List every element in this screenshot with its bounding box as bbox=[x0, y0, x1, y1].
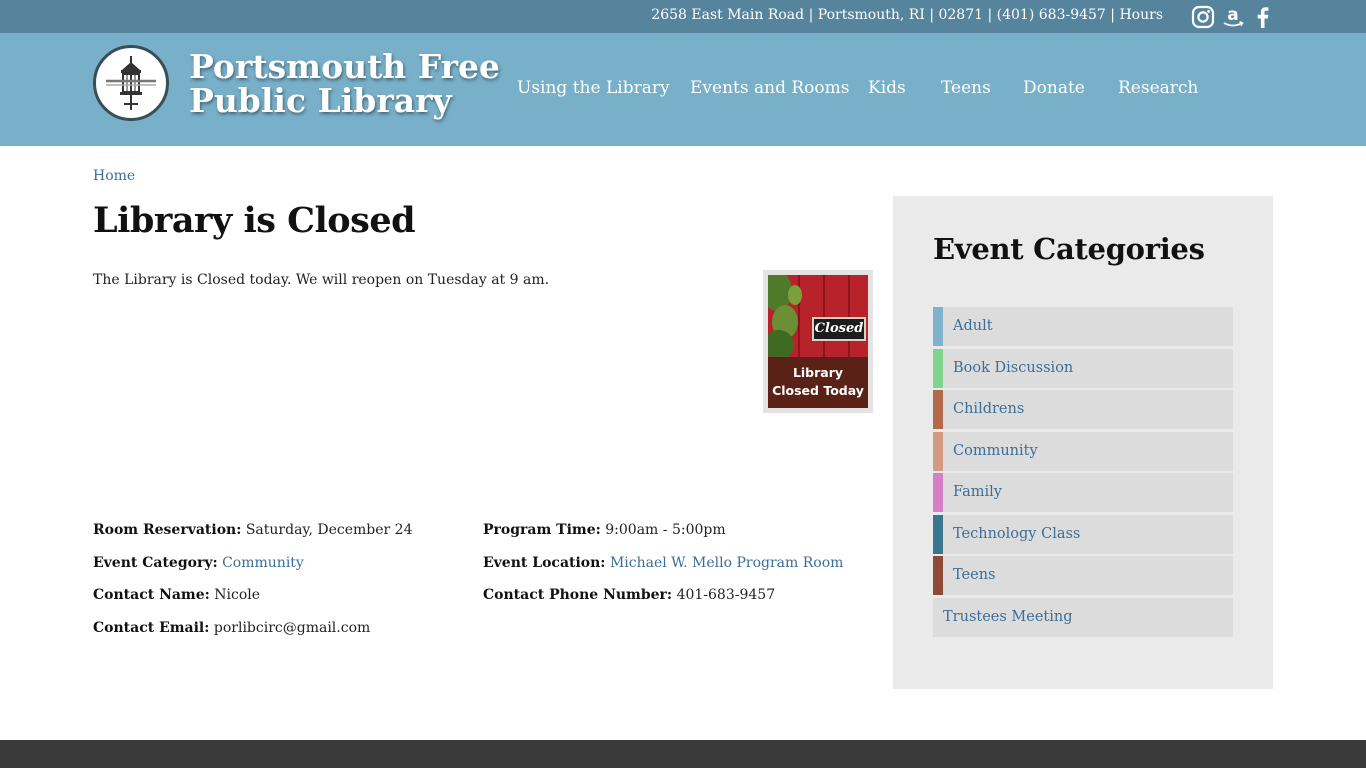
category-technology-class[interactable]: Technology Class bbox=[933, 515, 1233, 554]
event-image: Closed Library Closed Today bbox=[763, 270, 873, 413]
lantern-icon bbox=[106, 56, 156, 110]
event-category: Event Category: Community bbox=[93, 555, 304, 571]
program-time: Program Time: 9:00am - 5:00pm bbox=[483, 522, 726, 538]
page-title: Library is Closed bbox=[93, 200, 416, 241]
category-color-bar bbox=[933, 432, 943, 471]
nav-research[interactable]: Research bbox=[1118, 78, 1198, 98]
category-color-bar bbox=[933, 349, 943, 388]
event-description: The Library is Closed today. We will reo… bbox=[93, 272, 550, 288]
closed-sign: Closed bbox=[812, 317, 866, 341]
top-bar: 2658 East Main Road | Portsmouth, RI | 0… bbox=[0, 0, 1366, 33]
contact-phone: Contact Phone Number: 401-683-9457 bbox=[483, 587, 776, 603]
event-category-link[interactable]: Community bbox=[222, 555, 304, 571]
category-color-bar bbox=[933, 307, 943, 346]
zip-text: 02871 bbox=[938, 7, 984, 23]
contact-info: 2658 East Main Road | Portsmouth, RI | 0… bbox=[651, 7, 1163, 23]
phone-text: (401) 683-9457 bbox=[996, 7, 1106, 23]
sidebar-title: Event Categories bbox=[933, 232, 1205, 266]
address-text: 2658 East Main Road bbox=[651, 7, 805, 23]
instagram-icon[interactable] bbox=[1191, 5, 1215, 29]
nav-teens[interactable]: Teens bbox=[941, 78, 991, 98]
category-color-bar bbox=[933, 556, 943, 595]
image-caption: Library Closed Today bbox=[768, 357, 868, 408]
contact-name: Contact Name: Nicole bbox=[93, 587, 261, 603]
category-color-bar bbox=[933, 515, 943, 554]
nav-using-the-library[interactable]: Using the Library bbox=[517, 78, 670, 98]
category-adult[interactable]: Adult bbox=[933, 307, 1233, 346]
category-trustees-meeting[interactable]: Trustees Meeting bbox=[933, 598, 1233, 637]
nav-events-and-rooms[interactable]: Events and Rooms bbox=[690, 78, 849, 98]
category-color-bar bbox=[933, 390, 943, 429]
event-location: Event Location: Michael W. Mello Program… bbox=[483, 555, 844, 571]
nav-kids[interactable]: Kids bbox=[868, 78, 906, 98]
event-location-link[interactable]: Michael W. Mello Program Room bbox=[610, 555, 843, 571]
city-text: Portsmouth, RI bbox=[817, 7, 925, 23]
category-childrens[interactable]: Childrens bbox=[933, 390, 1233, 429]
site-header: Portsmouth Free Public Library Using the… bbox=[0, 33, 1366, 146]
breadcrumb-home[interactable]: Home bbox=[93, 168, 135, 184]
library-logo[interactable] bbox=[93, 45, 169, 121]
category-community[interactable]: Community bbox=[933, 432, 1233, 471]
category-color-bar bbox=[933, 473, 943, 512]
hours-link[interactable]: Hours bbox=[1119, 7, 1163, 23]
site-footer bbox=[0, 740, 1366, 768]
category-teens[interactable]: Teens bbox=[933, 556, 1233, 595]
facebook-icon[interactable] bbox=[1251, 5, 1275, 29]
category-family[interactable]: Family bbox=[933, 473, 1233, 512]
library-name[interactable]: Portsmouth Free Public Library bbox=[189, 50, 500, 118]
event-categories-sidebar: Event Categories Adult Book Discussion C… bbox=[893, 196, 1273, 689]
amazon-icon[interactable]: a bbox=[1221, 5, 1245, 29]
svg-text:a: a bbox=[1227, 5, 1238, 25]
nav-donate[interactable]: Donate bbox=[1023, 78, 1085, 98]
category-book-discussion[interactable]: Book Discussion bbox=[933, 349, 1233, 388]
room-reservation: Room Reservation: Saturday, December 24 bbox=[93, 522, 413, 538]
contact-email: Contact Email: porlibcirc@gmail.com bbox=[93, 620, 371, 636]
